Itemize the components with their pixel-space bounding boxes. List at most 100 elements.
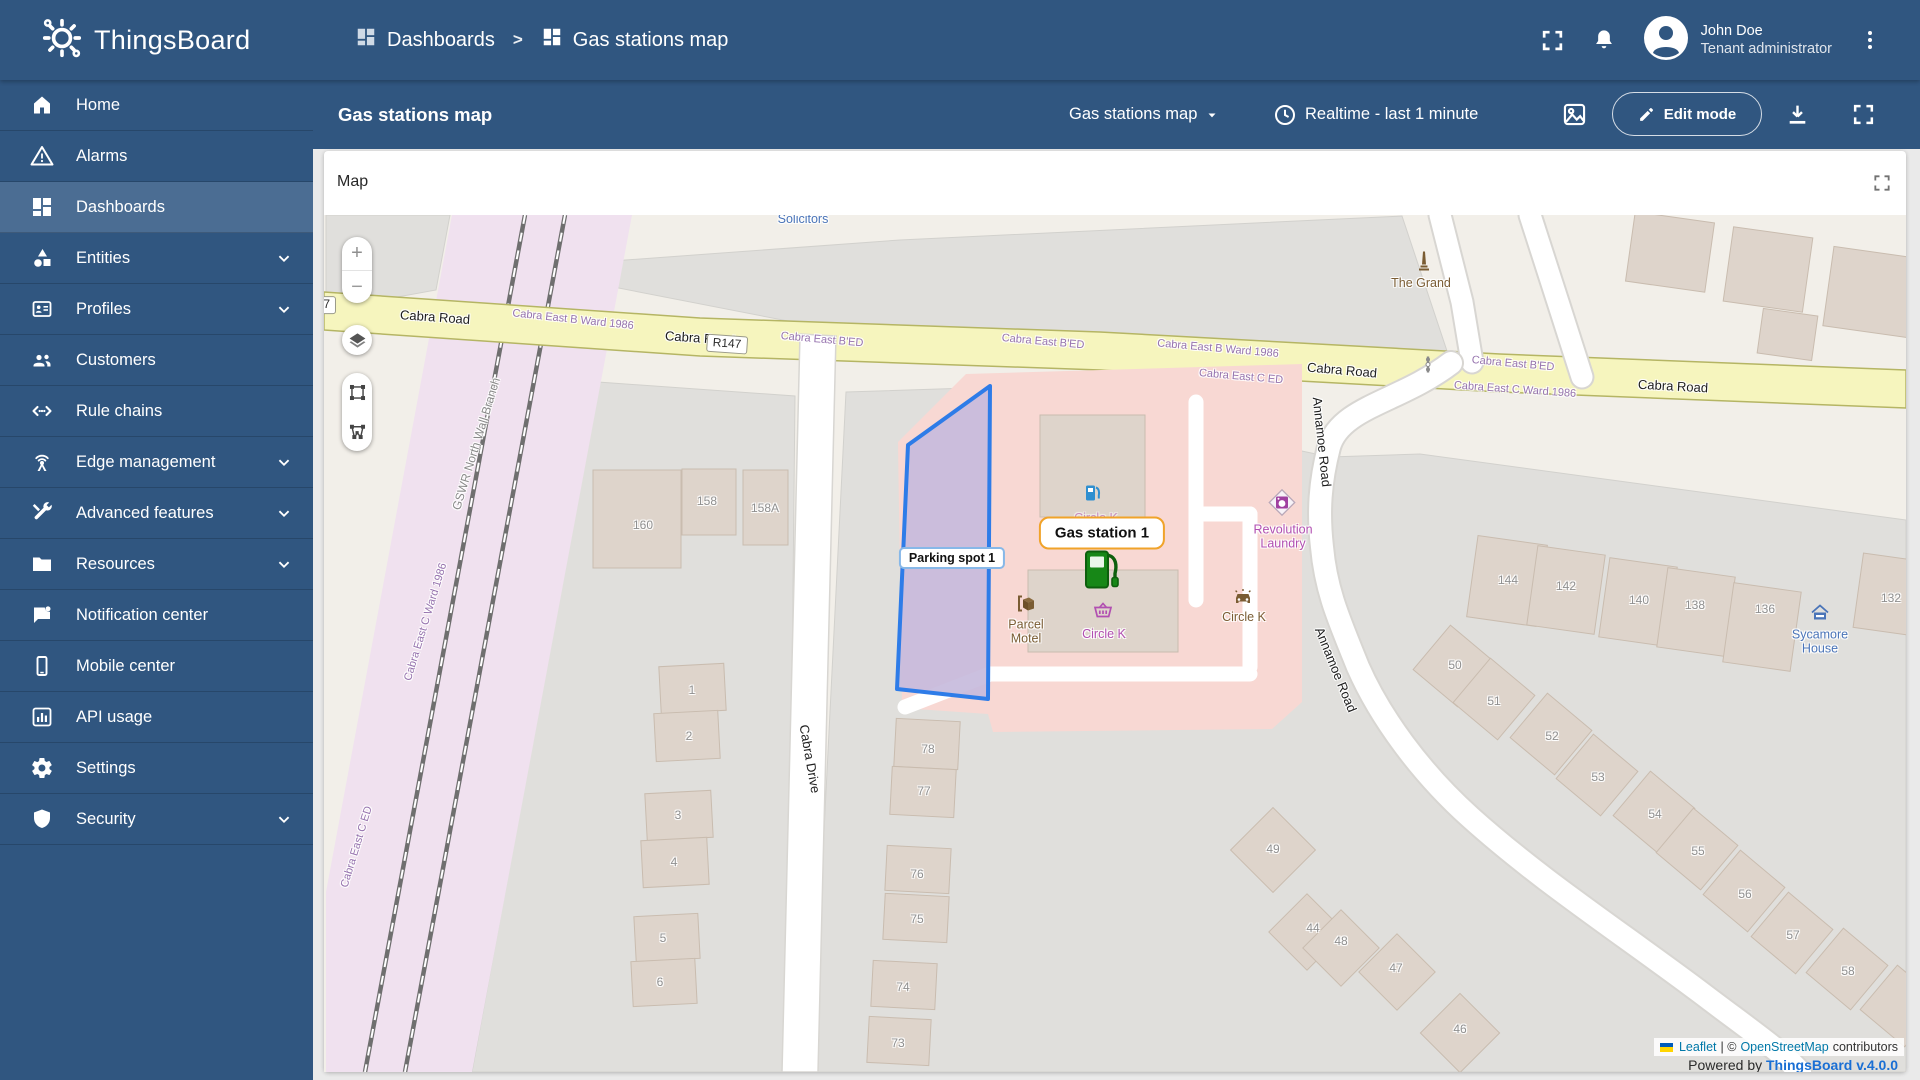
edit-mode-button[interactable]: Edit mode	[1612, 92, 1762, 136]
convenience-basket-icon	[1093, 602, 1113, 624]
download-icon[interactable]	[1785, 80, 1810, 149]
map-label: 147	[324, 296, 337, 314]
kebab-menu-icon[interactable]	[1858, 27, 1882, 53]
sidebar-item-settings[interactable]: Settings	[0, 743, 313, 794]
sidebar-item-label: Advanced features	[76, 503, 214, 522]
map-label: 75	[910, 912, 924, 927]
sidebar-item-label: Rule chains	[76, 401, 163, 420]
thingsboard-logo[interactable]: ThingsBoard	[0, 16, 273, 65]
notifications-bell-icon[interactable]	[1591, 27, 1617, 53]
gas-station-marker[interactable]	[1081, 548, 1121, 597]
dashboard-fullscreen-icon[interactable]	[1851, 80, 1876, 149]
user-menu[interactable]: John Doe Tenant administrator	[1643, 15, 1832, 66]
thingsboard-logo-icon	[40, 16, 84, 65]
sidebar-item-notification-center[interactable]: Notification center	[0, 590, 313, 641]
map-label: 46	[1453, 1022, 1467, 1037]
sidebar-nav: Home Alarms Dashboards Entities Profiles Cust…	[0, 80, 313, 1080]
sidebar-item-rule-chains[interactable]: Rule chains	[0, 386, 313, 437]
widget-expand-icon[interactable]	[1872, 173, 1892, 198]
profiles-icon	[30, 297, 54, 321]
leaflet-map-canvas[interactable]: Cabra Road Cabra Road Cabra Road Cabra Road…	[324, 215, 1906, 1072]
dashboards-grid-icon	[355, 26, 377, 54]
dashboard-toolbar: Gas stations map Gas stations map Realti…	[313, 80, 1920, 149]
api-usage-icon	[30, 705, 54, 729]
page-title: Gas stations map	[338, 104, 493, 125]
zoom-in-button[interactable]: +	[342, 237, 372, 271]
sidebar-item-label: Alarms	[76, 146, 128, 165]
openstreetmap-link[interactable]: OpenStreetMap	[1740, 1040, 1828, 1054]
map-label: 52	[1545, 729, 1559, 744]
dashboard-content: Map Cabra Road Cabra Road Cabra Road Cab…	[313, 149, 1920, 1080]
sidebar-item-edge-management[interactable]: Edge management	[0, 437, 313, 488]
sidebar-item-entities[interactable]: Entities	[0, 233, 313, 284]
map-label: Sycamore House	[1791, 627, 1849, 656]
map-label: 3	[674, 808, 682, 823]
dashboards-icon	[30, 195, 54, 219]
sidebar-item-label: Home	[76, 95, 121, 114]
breadcrumb-separator: >	[512, 30, 523, 49]
breadcrumb-gas-stations-map[interactable]: Gas stations map	[541, 26, 728, 54]
map-label: 140	[1628, 593, 1650, 608]
chevron-down-icon	[1208, 113, 1216, 117]
sidebar-item-api-usage[interactable]: API usage	[0, 692, 313, 743]
building	[1722, 226, 1814, 313]
map-label: 50	[1448, 658, 1462, 673]
layers-button[interactable]	[342, 325, 372, 355]
security-icon	[30, 807, 54, 831]
building	[1722, 582, 1802, 672]
map-label: 78	[921, 742, 935, 757]
sidebar-item-home[interactable]: Home	[0, 80, 313, 131]
map-label: Circle K	[1222, 609, 1266, 624]
guest-house-icon	[1810, 604, 1830, 626]
image-export-icon[interactable]	[1561, 80, 1588, 149]
chevron-down-icon	[273, 451, 295, 478]
map-label: The Grand	[1391, 275, 1451, 290]
resources-icon	[30, 552, 54, 576]
timewindow-button[interactable]: Realtime - last 1 minute	[1273, 80, 1478, 149]
layers-icon	[349, 332, 365, 348]
map-label: Revolution Laundry	[1253, 522, 1313, 551]
dashboard-grid-icon	[541, 26, 563, 54]
sidebar-item-dashboards[interactable]: Dashboards	[0, 182, 313, 233]
sidebar-item-label: API usage	[76, 707, 153, 726]
sidebar-item-profiles[interactable]: Profiles	[0, 284, 313, 335]
sidebar-item-advanced-features[interactable]: Advanced features	[0, 488, 313, 539]
map-label: 47	[1389, 961, 1403, 976]
draw-polygon-button[interactable]	[348, 422, 367, 441]
sidebar-item-security[interactable]: Security	[0, 794, 313, 845]
settings-icon	[30, 756, 54, 780]
sidebar-item-resources[interactable]: Resources	[0, 539, 313, 590]
map-tiles	[324, 215, 1906, 1072]
thingsboard-version-link[interactable]: ThingsBoard v.4.0.0	[1766, 1057, 1898, 1072]
zoom-out-button[interactable]: −	[342, 271, 372, 304]
map-label: 6	[656, 975, 664, 990]
draw-rectangle-button[interactable]	[348, 383, 367, 402]
building	[1756, 307, 1819, 362]
map-widget: Map Cabra Road Cabra Road Cabra Road Cab…	[324, 151, 1906, 1072]
zoom-control: + −	[342, 237, 372, 303]
sidebar-item-alarms[interactable]: Alarms	[0, 131, 313, 182]
chevron-down-icon	[273, 553, 295, 580]
widget-title: Map	[337, 173, 369, 190]
sidebar-item-label: Entities	[76, 248, 131, 267]
sidebar-item-label: Notification center	[76, 605, 209, 624]
map-label: 158	[696, 494, 718, 509]
fullscreen-button[interactable]	[1540, 28, 1565, 53]
map-label: 132	[1880, 591, 1902, 606]
breadcrumb-dashboards[interactable]: Dashboards	[355, 26, 495, 54]
dashboard-select[interactable]: Gas stations map	[1069, 80, 1219, 149]
sidebar-item-label: Mobile center	[76, 656, 176, 675]
sidebar-item-mobile-center[interactable]: Mobile center	[0, 641, 313, 692]
map-label: 74	[896, 980, 910, 995]
breadcrumb: Dashboards > Gas stations map	[355, 26, 728, 54]
level-crossing-icon	[1423, 356, 1433, 379]
sidebar-item-label: Settings	[76, 758, 136, 777]
leaflet-link[interactable]: Leaflet	[1679, 1040, 1717, 1054]
map-label: 1	[688, 683, 696, 698]
building	[633, 912, 701, 963]
building	[630, 957, 698, 1008]
sidebar-item-customers[interactable]: Customers	[0, 335, 313, 386]
map-label: 144	[1497, 573, 1519, 588]
edge-management-icon	[30, 450, 54, 474]
advanced-features-icon	[30, 501, 54, 525]
